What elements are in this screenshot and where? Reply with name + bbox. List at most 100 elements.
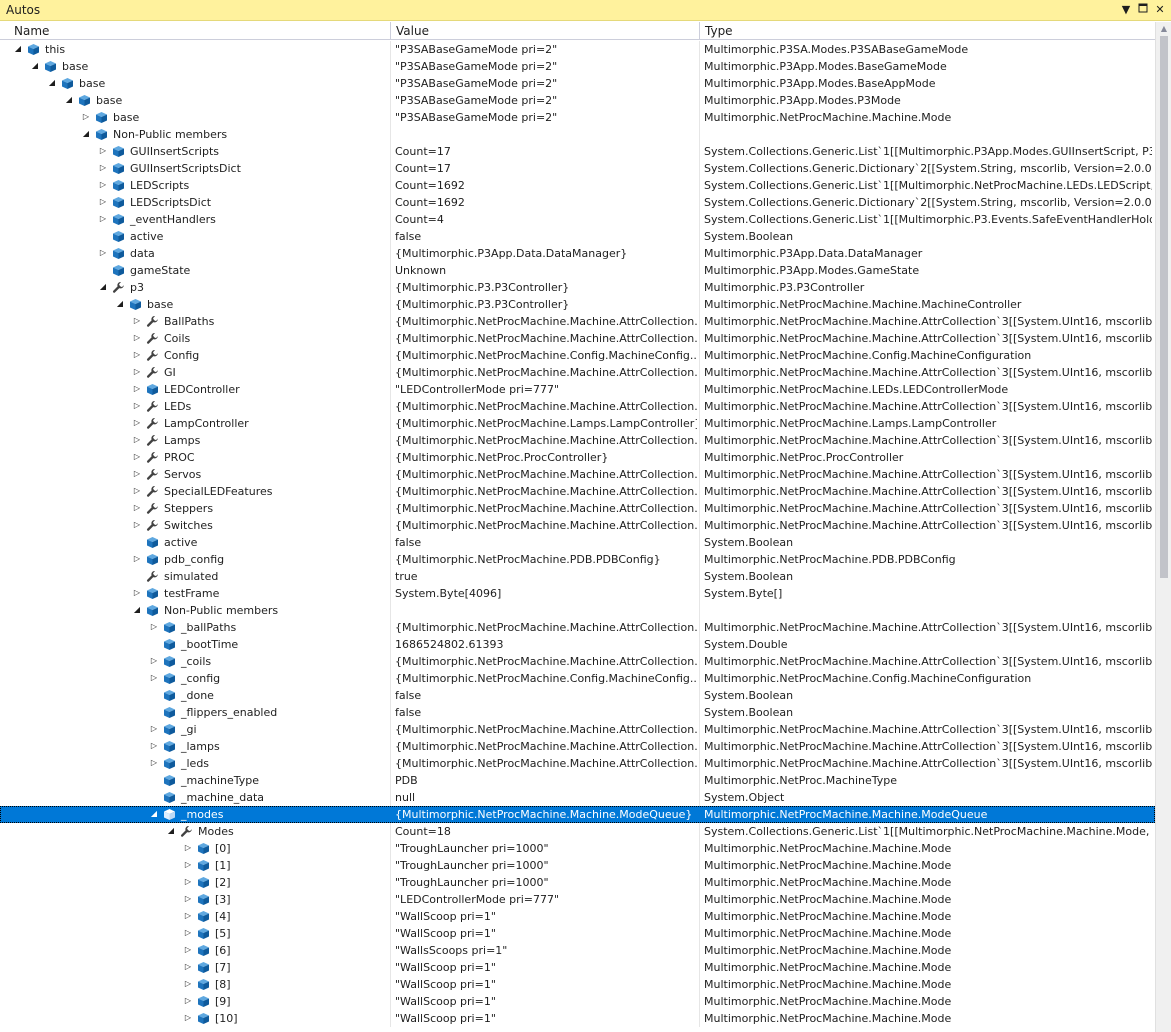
expand-arrow-icon[interactable]: ▷ <box>98 214 108 224</box>
expand-arrow-icon[interactable]: ▷ <box>132 401 142 411</box>
expand-arrow-icon[interactable]: ▷ <box>149 724 159 734</box>
tree-row[interactable]: ▷ LEDController "LEDControllerMode pri=777… <box>0 381 1155 398</box>
expand-arrow-icon[interactable]: ▷ <box>98 197 108 207</box>
row-value[interactable]: false <box>395 689 697 702</box>
row-value[interactable]: "LEDControllerMode pri=777" <box>395 893 697 906</box>
tree-row[interactable]: ▷ SpecialLEDFeatures {Multimorphic.NetProc… <box>0 483 1155 500</box>
row-value[interactable]: true <box>395 570 697 583</box>
row-value[interactable]: "P3SABaseGameMode pri=2" <box>395 43 697 56</box>
tree-row[interactable]: _machineType PDB Multimorphic.NetProc.Mach… <box>0 772 1155 789</box>
row-value[interactable]: "P3SABaseGameMode pri=2" <box>395 111 697 124</box>
tree-row[interactable]: ▷ LampController {Multimorphic.NetProcMach… <box>0 415 1155 432</box>
row-value[interactable]: {Multimorphic.NetProcMachine.PDB.PDBConf… <box>395 553 697 566</box>
expand-arrow-icon[interactable]: ▷ <box>149 741 159 751</box>
row-value[interactable]: "TroughLauncher pri=1000" <box>395 876 697 889</box>
row-value[interactable]: Count=1692 <box>395 196 697 209</box>
expand-arrow-icon[interactable]: ▷ <box>149 622 159 632</box>
tree-row[interactable]: ▷ [4] "WallScoop pri=1" Multimorphic.NetPro… <box>0 908 1155 925</box>
expand-arrow-icon[interactable]: ▷ <box>132 452 142 462</box>
expand-arrow-icon[interactable]: ▷ <box>98 180 108 190</box>
row-value[interactable]: null <box>395 791 697 804</box>
row-value[interactable]: {Multimorphic.NetProcMachine.Machine.Att… <box>395 621 697 634</box>
expand-arrow-icon[interactable]: ▷ <box>149 673 159 683</box>
row-value[interactable]: Count=17 <box>395 162 697 175</box>
expand-arrow-icon[interactable]: ▷ <box>132 418 142 428</box>
tree-row[interactable]: ▷ _eventHandlers Count=4 System.Collections… <box>0 211 1155 228</box>
expand-arrow-icon[interactable]: ▷ <box>183 894 193 904</box>
row-value[interactable]: false <box>395 230 697 243</box>
maximize-icon[interactable] <box>1135 2 1151 18</box>
row-value[interactable]: {Multimorphic.NetProcMachine.Lamps.LampC… <box>395 417 697 430</box>
tree-row[interactable]: ◢ base {Multimorphic.P3.P3Controller} Multi… <box>0 296 1155 313</box>
expand-arrow-icon[interactable]: ▷ <box>98 146 108 156</box>
tree-row[interactable]: ▷ GUIInsertScripts Count=17 System.Collecti… <box>0 143 1155 160</box>
row-value[interactable]: "WallScoop pri=1" <box>395 961 697 974</box>
expand-arrow-icon[interactable]: ▷ <box>183 962 193 972</box>
expand-arrow-icon[interactable]: ▷ <box>149 758 159 768</box>
row-value[interactable]: {Multimorphic.NetProcMachine.Machine.Att… <box>395 332 697 345</box>
tree-row[interactable]: ◢ Non-Public members <box>0 126 1155 143</box>
tree-row[interactable]: simulated true System.Boolean <box>0 568 1155 585</box>
tree-row[interactable]: ▷ [5] "WallScoop pri=1" Multimorphic.NetPro… <box>0 925 1155 942</box>
tree-row[interactable]: ▷ base "P3SABaseGameMode pri=2" Multimorphi… <box>0 109 1155 126</box>
expand-arrow-icon[interactable]: ▷ <box>183 996 193 1006</box>
tree-row[interactable]: ◢ p3 {Multimorphic.P3.P3Controller} Multimo… <box>0 279 1155 296</box>
row-value[interactable]: {Multimorphic.NetProcMachine.Machine.Att… <box>395 757 697 770</box>
row-value[interactable]: {Multimorphic.NetProc.ProcController} <box>395 451 697 464</box>
row-value[interactable]: Count=17 <box>395 145 697 158</box>
tree-row[interactable]: ▷ _gi {Multimorphic.NetProcMachine.Machine… <box>0 721 1155 738</box>
expand-arrow-icon[interactable]: ▷ <box>183 1013 193 1023</box>
tree-row[interactable]: active false System.Boolean <box>0 228 1155 245</box>
row-value[interactable]: false <box>395 536 697 549</box>
expand-arrow-icon[interactable]: ▷ <box>183 843 193 853</box>
row-value[interactable]: "WallScoop pri=1" <box>395 1012 697 1025</box>
row-value[interactable]: "WallScoop pri=1" <box>395 910 697 923</box>
column-resize-handle-name[interactable] <box>390 22 391 39</box>
expand-arrow-icon[interactable]: ▷ <box>132 520 142 530</box>
expand-arrow-icon[interactable]: ▷ <box>132 350 142 360</box>
tree-row[interactable]: gameState Unknown Multimorphic.P3App.Modes… <box>0 262 1155 279</box>
row-value[interactable]: {Multimorphic.NetProcMachine.Machine.Att… <box>395 366 697 379</box>
tree-row[interactable]: ▷ Lamps {Multimorphic.NetProcMachine.Machi… <box>0 432 1155 449</box>
scroll-up-icon[interactable]: ▲ <box>1159 24 1169 34</box>
tree-row[interactable]: ▷ GUIInsertScriptsDict Count=17 System.Coll… <box>0 160 1155 177</box>
collapse-arrow-icon[interactable]: ◢ <box>47 78 57 88</box>
collapse-arrow-icon[interactable]: ◢ <box>149 809 159 819</box>
tree-row[interactable]: ▷ _ballPaths {Multimorphic.NetProcMachine.… <box>0 619 1155 636</box>
column-header-type[interactable]: Type <box>705 24 733 38</box>
row-value[interactable]: {Multimorphic.NetProcMachine.Machine.Att… <box>395 468 697 481</box>
collapse-arrow-icon[interactable]: ◢ <box>81 129 91 139</box>
tree-row[interactable]: ▷ BallPaths {Multimorphic.NetProcMachine.M… <box>0 313 1155 330</box>
row-value[interactable]: "WallScoop pri=1" <box>395 978 697 991</box>
collapse-arrow-icon[interactable]: ◢ <box>30 61 40 71</box>
expand-arrow-icon[interactable]: ▷ <box>132 588 142 598</box>
tree-row[interactable]: _done false System.Boolean <box>0 687 1155 704</box>
row-value[interactable]: System.Byte[4096] <box>395 587 697 600</box>
tree-row[interactable]: _machine_data null System.Object <box>0 789 1155 806</box>
tree-row[interactable]: ▷ [3] "LEDControllerMode pri=777" Multimorp… <box>0 891 1155 908</box>
tree-row[interactable]: _flippers_enabled false System.Boolean <box>0 704 1155 721</box>
expand-arrow-icon[interactable]: ▷ <box>132 435 142 445</box>
tree-row[interactable]: ▷ GI {Multimorphic.NetProcMachine.Machine.… <box>0 364 1155 381</box>
tree-row[interactable]: ▷ [9] "WallScoop pri=1" Multimorphic.NetPro… <box>0 993 1155 1010</box>
tree-row[interactable]: ▷ pdb_config {Multimorphic.NetProcMachine.… <box>0 551 1155 568</box>
row-value[interactable]: {Multimorphic.NetProcMachine.Machine.Att… <box>395 485 697 498</box>
collapse-arrow-icon[interactable]: ◢ <box>98 282 108 292</box>
expand-arrow-icon[interactable]: ▷ <box>132 469 142 479</box>
tree-row[interactable]: ▷ [8] "WallScoop pri=1" Multimorphic.NetPro… <box>0 976 1155 993</box>
close-icon[interactable]: ✕ <box>1152 2 1168 18</box>
row-value[interactable]: "TroughLauncher pri=1000" <box>395 859 697 872</box>
row-value[interactable]: {Multimorphic.NetProcMachine.Machine.Mod… <box>395 808 697 821</box>
row-value[interactable]: {Multimorphic.NetProcMachine.Machine.Att… <box>395 400 697 413</box>
tree-row[interactable]: ▷ [6] "WallsScoops pri=1" Multimorphic.NetP… <box>0 942 1155 959</box>
column-header-value[interactable]: Value <box>396 24 429 38</box>
expand-arrow-icon[interactable]: ▷ <box>81 112 91 122</box>
row-value[interactable]: "LEDControllerMode pri=777" <box>395 383 697 396</box>
row-value[interactable]: PDB <box>395 774 697 787</box>
tree-row[interactable]: ▷ [10] "WallScoop pri=1" Multimorphic.NetPr… <box>0 1010 1155 1027</box>
tree-row[interactable]: ▷ LEDScripts Count=1692 System.Collections.… <box>0 177 1155 194</box>
tree-row[interactable]: ▷ [7] "WallScoop pri=1" Multimorphic.NetPro… <box>0 959 1155 976</box>
tree-row[interactable]: _bootTime 1686524802.61393 System.Double <box>0 636 1155 653</box>
tree-row[interactable]: ◢ base "P3SABaseGameMode pri=2" Multimorphi… <box>0 75 1155 92</box>
collapse-arrow-icon[interactable]: ◢ <box>166 826 176 836</box>
